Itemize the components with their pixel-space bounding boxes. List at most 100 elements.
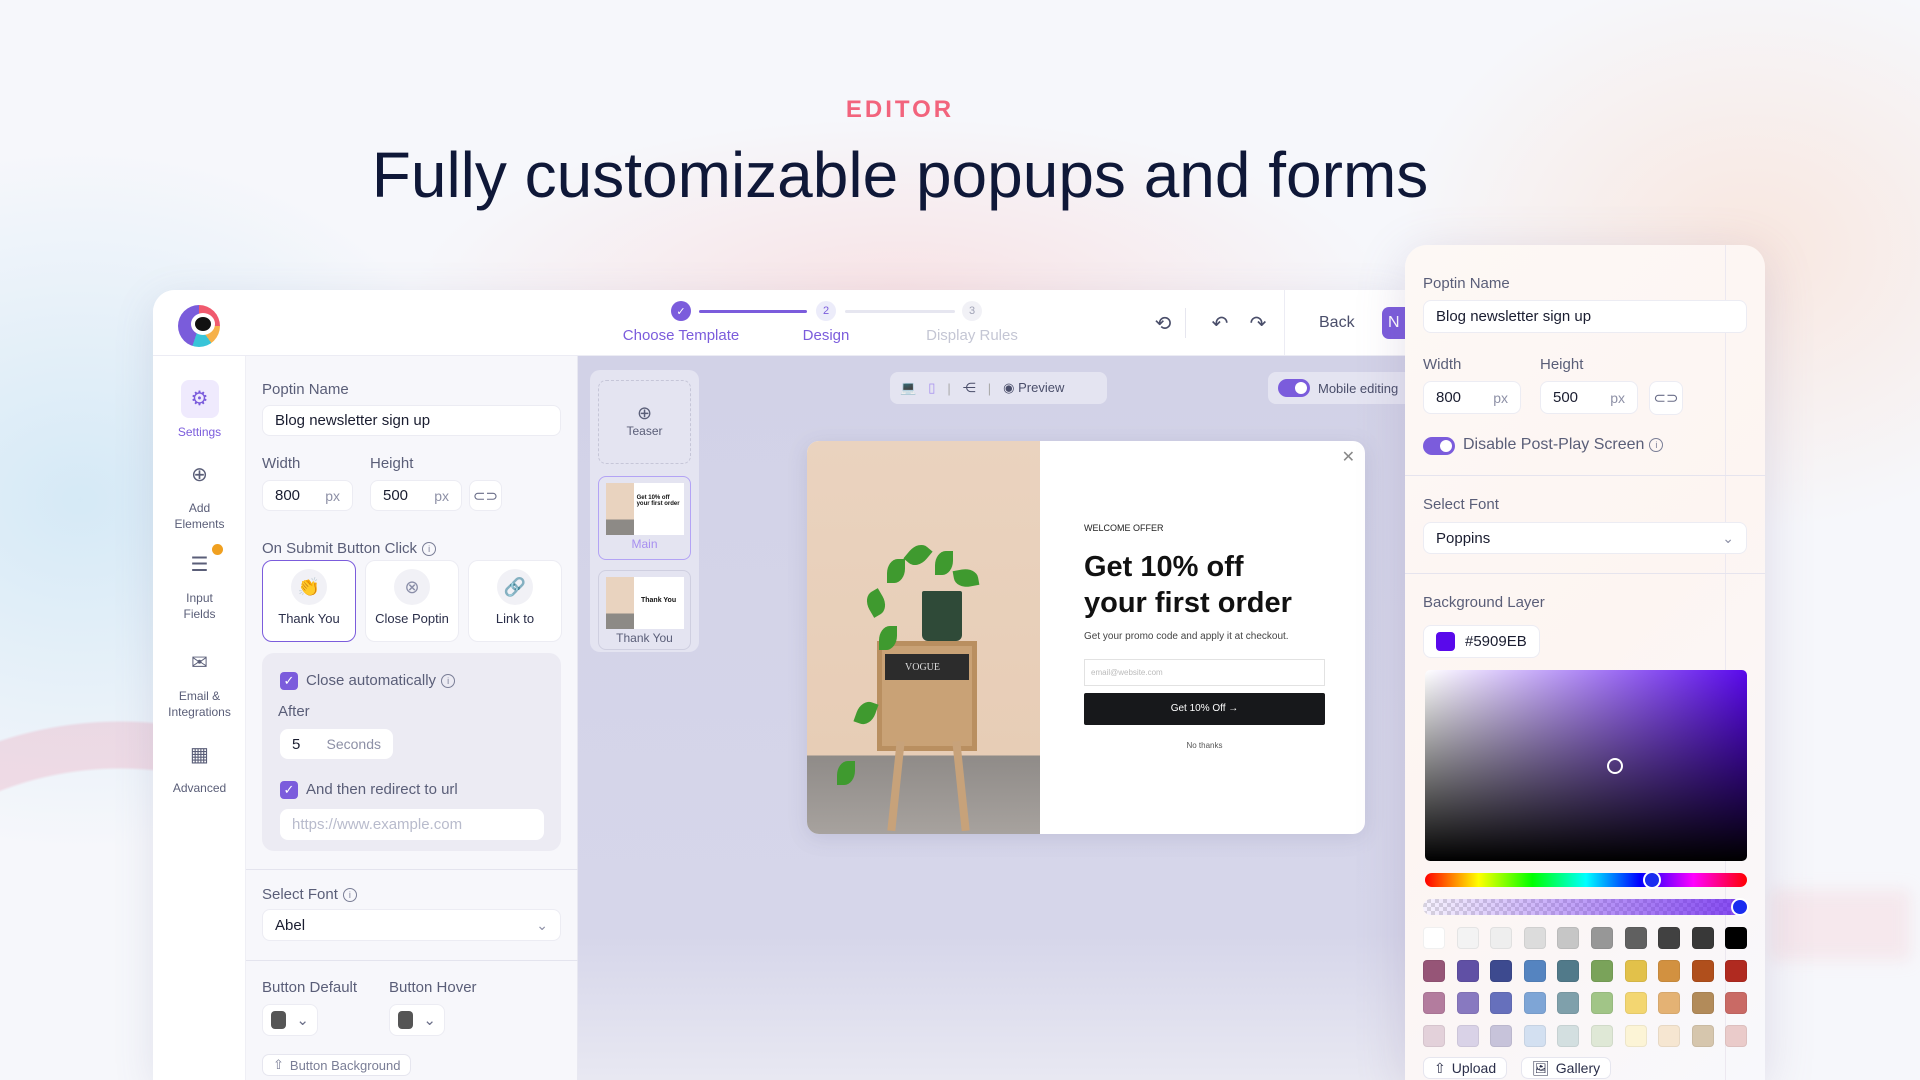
color-swatch[interactable] bbox=[1691, 959, 1714, 982]
color-swatch[interactable] bbox=[1624, 927, 1647, 949]
sidebar-item-add-elements[interactable]: ⊕ Add Elements bbox=[153, 456, 246, 532]
width-input[interactable]: 800 px bbox=[262, 480, 353, 511]
color-swatch[interactable] bbox=[1658, 959, 1681, 982]
sidebar-item-email-integrations[interactable]: ✉ Email & Integrations bbox=[153, 644, 246, 720]
gallery-button[interactable]: 🖼 Gallery bbox=[1521, 1057, 1612, 1079]
back-button[interactable]: Back bbox=[1319, 314, 1355, 332]
color-swatch[interactable] bbox=[1658, 1024, 1681, 1047]
reset-icon[interactable]: ⟲ bbox=[1151, 311, 1175, 335]
submit-option-thank-you[interactable]: 👏 Thank You bbox=[262, 560, 356, 642]
popup-email-input[interactable]: email@website.com bbox=[1084, 659, 1325, 686]
color-swatch[interactable] bbox=[1490, 992, 1513, 1014]
color-swatch[interactable] bbox=[1591, 927, 1613, 949]
color-swatch[interactable] bbox=[1423, 927, 1445, 949]
color-swatch[interactable] bbox=[1490, 959, 1513, 982]
close-automatically-checkbox[interactable]: ✓ bbox=[280, 672, 298, 690]
color-swatch[interactable] bbox=[1423, 1024, 1445, 1047]
saturation-handle[interactable] bbox=[1607, 758, 1623, 774]
button-default-color-picker[interactable]: ⌄ bbox=[262, 1004, 318, 1036]
color-swatch[interactable] bbox=[1523, 1024, 1546, 1047]
submit-option-link-to[interactable]: 🔗 Link to bbox=[468, 560, 562, 642]
thumb-main[interactable]: Get 10% off your first order Main bbox=[598, 476, 691, 560]
color-swatch[interactable] bbox=[1490, 927, 1513, 949]
poptin-logo[interactable] bbox=[178, 305, 220, 347]
popup-cta-button[interactable]: Get 10% Off → bbox=[1084, 693, 1325, 725]
color-swatch[interactable] bbox=[1423, 959, 1445, 982]
width-input[interactable]: 800 px bbox=[1423, 381, 1521, 414]
close-icon[interactable]: ✕ bbox=[1342, 447, 1355, 467]
color-swatch[interactable] bbox=[1557, 959, 1580, 982]
sidebar-item-settings[interactable]: ⚙ Settings bbox=[153, 380, 246, 440]
color-swatch[interactable] bbox=[1523, 959, 1546, 982]
alpha-handle[interactable] bbox=[1731, 898, 1749, 916]
redo-icon[interactable]: ↷ bbox=[1246, 311, 1270, 335]
color-swatch[interactable] bbox=[1490, 1024, 1513, 1047]
color-swatch[interactable] bbox=[1725, 992, 1748, 1014]
color-swatch[interactable] bbox=[1557, 992, 1580, 1014]
saturation-picker[interactable] bbox=[1425, 670, 1747, 861]
button-background-upload[interactable]: ⇧ Button Background bbox=[262, 1054, 412, 1076]
mobile-editing-toggle[interactable]: Mobile editingi bbox=[1268, 372, 1405, 404]
after-seconds-input[interactable]: 5 Seconds bbox=[280, 729, 393, 759]
color-swatch[interactable] bbox=[1725, 959, 1748, 982]
color-swatch[interactable] bbox=[1591, 959, 1613, 982]
color-swatch bbox=[271, 1011, 287, 1029]
color-swatch[interactable] bbox=[1658, 992, 1681, 1014]
color-swatch[interactable] bbox=[1523, 992, 1546, 1014]
poptin-name-input[interactable]: Blog newsletter sign up bbox=[262, 405, 561, 436]
height-input[interactable]: 500 px bbox=[1540, 381, 1638, 414]
color-swatch[interactable] bbox=[1725, 1024, 1748, 1047]
step-design[interactable]: Design bbox=[746, 327, 906, 344]
gear-icon: ⚙ bbox=[180, 380, 219, 418]
redirect-checkbox[interactable]: ✓ bbox=[280, 781, 298, 799]
sidebar-item-input-fields[interactable]: ☰ Input Fields bbox=[153, 546, 246, 622]
color-swatch[interactable] bbox=[1523, 927, 1546, 949]
color-swatch[interactable] bbox=[1557, 1024, 1580, 1047]
alpha-slider[interactable] bbox=[1423, 898, 1749, 916]
color-swatch[interactable] bbox=[1658, 927, 1681, 949]
share-icon[interactable]: ⋲ bbox=[963, 380, 976, 396]
upload-button[interactable]: ⇧ Upload bbox=[1423, 1057, 1508, 1079]
poptin-name-input[interactable]: Blog newsletter sign up bbox=[1423, 300, 1747, 333]
mobile-icon[interactable]: ▯ bbox=[928, 380, 935, 396]
color-swatch[interactable] bbox=[1691, 992, 1714, 1014]
submit-option-close-poptin[interactable]: ⊗ Close Poptin bbox=[365, 560, 459, 642]
color-swatch[interactable] bbox=[1557, 927, 1580, 949]
undo-icon[interactable]: ↶ bbox=[1208, 311, 1232, 335]
aspect-lock-link-icon[interactable]: ⊂⊃ bbox=[1649, 381, 1683, 415]
color-swatch[interactable] bbox=[1456, 927, 1479, 949]
redirect-url-input[interactable]: https://www.example.com bbox=[280, 809, 544, 840]
color-swatch[interactable] bbox=[1591, 992, 1613, 1014]
next-button[interactable]: N bbox=[1382, 307, 1405, 339]
color-swatch[interactable] bbox=[1456, 959, 1479, 982]
step-display-rules[interactable]: Display Rules bbox=[892, 327, 1052, 344]
color-swatch[interactable] bbox=[1725, 927, 1748, 949]
thumb-teaser[interactable]: ⊕ Teaser bbox=[598, 380, 691, 464]
height-input[interactable]: 500 px bbox=[370, 480, 462, 511]
color-swatch[interactable] bbox=[1691, 1024, 1714, 1047]
redirect-label: And then redirect to url bbox=[306, 781, 458, 798]
color-swatch[interactable] bbox=[1456, 1024, 1479, 1047]
aspect-lock-link-icon[interactable]: ⊂⊃ bbox=[469, 480, 502, 511]
popup-no-thanks-link[interactable]: No thanks bbox=[1084, 741, 1325, 750]
thumb-thank-you[interactable]: Thank You Thank You bbox=[598, 570, 691, 650]
bg-color-hex-input[interactable]: #5909EB bbox=[1423, 625, 1540, 658]
step-choose-template[interactable]: Choose Template bbox=[601, 327, 761, 344]
color-swatch[interactable] bbox=[1591, 1024, 1613, 1047]
hue-handle[interactable] bbox=[1643, 871, 1661, 889]
button-hover-color-picker[interactable]: ⌄ bbox=[389, 1004, 445, 1036]
color-swatch[interactable] bbox=[1624, 992, 1647, 1014]
sidebar-item-advanced[interactable]: ▦ Advanced bbox=[153, 736, 246, 796]
preview-button[interactable]: ◉ Preview bbox=[1003, 380, 1064, 396]
color-swatch[interactable] bbox=[1456, 992, 1479, 1014]
font-select[interactable]: Abel ⌄ bbox=[262, 909, 561, 941]
color-swatch[interactable] bbox=[1691, 927, 1714, 949]
color-swatch[interactable] bbox=[1624, 959, 1647, 982]
desktop-icon[interactable]: 💻 bbox=[900, 380, 916, 396]
hue-slider[interactable] bbox=[1425, 871, 1747, 889]
popup-preview[interactable]: VOGUE ✕ WELCOME OFFER Get 10% off your fi… bbox=[807, 441, 1365, 834]
color-swatch[interactable] bbox=[1423, 992, 1445, 1014]
disable-post-play-toggle[interactable] bbox=[1423, 437, 1455, 455]
color-swatch[interactable] bbox=[1624, 1024, 1647, 1047]
font-select[interactable]: Poppins ⌄ bbox=[1423, 522, 1747, 554]
